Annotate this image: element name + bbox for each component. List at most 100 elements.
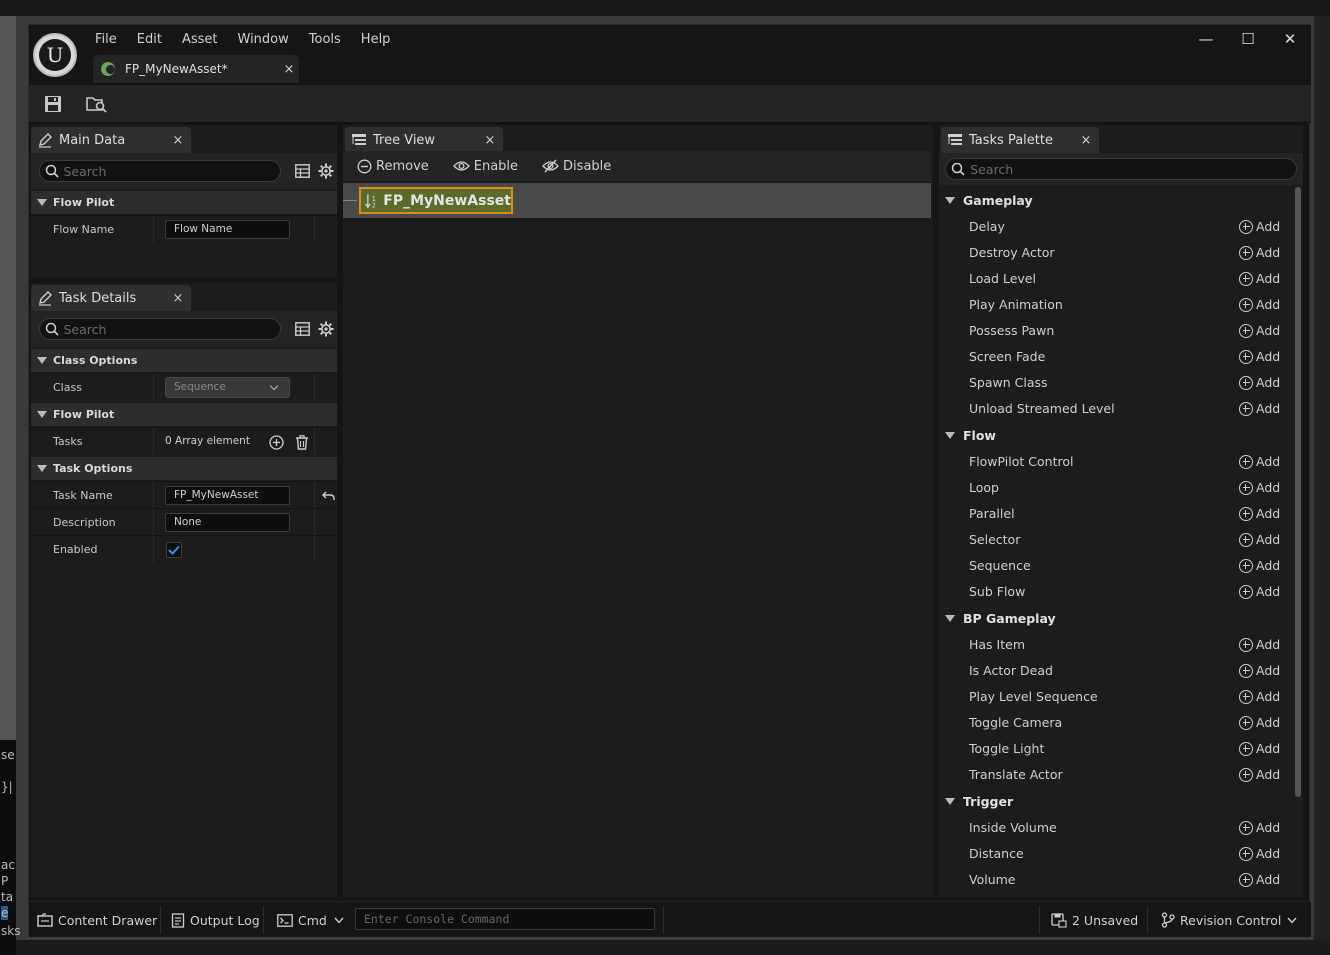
- document-tab-close-icon[interactable]: ×: [279, 62, 299, 77]
- settings-button[interactable]: [317, 162, 335, 180]
- description-field[interactable]: None: [165, 513, 290, 532]
- add-task-button[interactable]: Add: [1239, 584, 1280, 599]
- add-task-button[interactable]: Add: [1239, 506, 1280, 521]
- add-task-button[interactable]: Add: [1239, 532, 1280, 547]
- disable-button[interactable]: Disable: [542, 159, 611, 174]
- category-class-options[interactable]: Class Options: [31, 348, 337, 372]
- palette-task-item[interactable]: Toggle Light Add: [939, 736, 1291, 762]
- save-button[interactable]: [41, 93, 65, 115]
- palette-category[interactable]: Flow: [939, 422, 1291, 448]
- remove-button[interactable]: Remove: [357, 159, 429, 174]
- menu-file[interactable]: File: [85, 31, 127, 49]
- revision-control-button[interactable]: Revision Control: [1161, 910, 1302, 930]
- add-task-button[interactable]: Add: [1239, 219, 1280, 234]
- palette-task-item[interactable]: Play Animation Add: [939, 292, 1291, 318]
- tab-tasks-palette[interactable]: Tasks Palette ×: [941, 127, 1099, 153]
- palette-task-item[interactable]: Is Actor Dead Add: [939, 658, 1291, 684]
- enable-button[interactable]: Enable: [452, 159, 518, 174]
- tab-close-icon[interactable]: ×: [1073, 133, 1099, 148]
- palette-scrollbar[interactable]: [1295, 187, 1301, 797]
- clear-array-button[interactable]: [293, 433, 311, 451]
- palette-search-input[interactable]: [970, 161, 1296, 177]
- palette-task-item[interactable]: Translate Actor Add: [939, 762, 1291, 788]
- palette-task-item[interactable]: Destroy Actor Add: [939, 240, 1291, 266]
- palette-task-item[interactable]: Possess Pawn Add: [939, 318, 1291, 344]
- main-data-search-input[interactable]: [63, 163, 280, 179]
- unsaved-button[interactable]: 2 Unsaved: [1051, 910, 1138, 930]
- palette-task-item[interactable]: Sequence Add: [939, 553, 1291, 579]
- settings-button[interactable]: [317, 320, 335, 338]
- add-task-button[interactable]: Add: [1239, 767, 1280, 782]
- add-task-button[interactable]: Add: [1239, 689, 1280, 704]
- tree-node-root[interactable]: 12 FP_MyNewAsset: [359, 187, 513, 214]
- palette-task-item[interactable]: FlowPilot Control Add: [939, 449, 1291, 475]
- console-command-input[interactable]: [356, 909, 654, 929]
- palette-task-item[interactable]: Loop Add: [939, 475, 1291, 501]
- close-window-button[interactable]: ✕: [1269, 25, 1311, 53]
- flow-name-field[interactable]: Flow Name: [165, 220, 290, 239]
- table-view-button[interactable]: [293, 162, 311, 180]
- add-task-button[interactable]: Add: [1239, 715, 1280, 730]
- tab-main-data[interactable]: Main Data ×: [31, 127, 191, 153]
- palette-task-item[interactable]: Screen Fade Add: [939, 344, 1291, 370]
- menu-asset[interactable]: Asset: [172, 31, 228, 49]
- palette-task-item[interactable]: Selector Add: [939, 527, 1291, 553]
- category-flow-pilot[interactable]: Flow Pilot: [31, 190, 337, 214]
- menu-window[interactable]: Window: [228, 31, 299, 49]
- palette-task-item[interactable]: Sub Flow Add: [939, 579, 1291, 605]
- category-task-options[interactable]: Task Options: [31, 456, 337, 480]
- menu-help[interactable]: Help: [351, 31, 401, 49]
- add-task-button[interactable]: Add: [1239, 741, 1280, 756]
- content-drawer-button[interactable]: Content Drawer: [37, 910, 157, 930]
- add-task-button[interactable]: Add: [1239, 872, 1280, 887]
- add-task-button[interactable]: Add: [1239, 297, 1280, 312]
- palette-task-item[interactable]: Spawn Class Add: [939, 370, 1291, 396]
- add-task-button[interactable]: Add: [1239, 480, 1280, 495]
- palette-task-item[interactable]: Parallel Add: [939, 501, 1291, 527]
- browse-to-asset-button[interactable]: [85, 93, 109, 115]
- palette-task-item[interactable]: Volume Add: [939, 867, 1291, 893]
- tree-row-root[interactable]: 12 FP_MyNewAsset: [343, 183, 931, 218]
- add-task-button[interactable]: Add: [1239, 349, 1280, 364]
- add-task-button[interactable]: Add: [1239, 375, 1280, 390]
- palette-task-item[interactable]: Has Item Add: [939, 632, 1291, 658]
- category-flow-pilot[interactable]: Flow Pilot: [31, 402, 337, 426]
- reset-to-default-button[interactable]: [319, 487, 337, 505]
- maximize-button[interactable]: ☐: [1227, 25, 1269, 53]
- enabled-checkbox[interactable]: [166, 542, 182, 558]
- add-task-button[interactable]: Add: [1239, 271, 1280, 286]
- add-task-button[interactable]: Add: [1239, 323, 1280, 338]
- add-task-button[interactable]: Add: [1239, 846, 1280, 861]
- table-view-button[interactable]: [293, 320, 311, 338]
- task-name-field[interactable]: FP_MyNewAsset: [165, 486, 290, 505]
- add-array-element-button[interactable]: [267, 433, 285, 451]
- add-task-button[interactable]: Add: [1239, 558, 1280, 573]
- minimize-button[interactable]: —: [1185, 25, 1227, 53]
- menu-edit[interactable]: Edit: [127, 31, 172, 49]
- palette-category[interactable]: Trigger: [939, 788, 1291, 814]
- palette-task-item[interactable]: Load Level Add: [939, 266, 1291, 292]
- class-dropdown[interactable]: Sequence: [165, 377, 290, 398]
- palette-category[interactable]: Gameplay: [939, 187, 1291, 213]
- palette-task-item[interactable]: Distance Add: [939, 841, 1291, 867]
- tab-close-icon[interactable]: ×: [477, 133, 503, 148]
- add-task-button[interactable]: Add: [1239, 820, 1280, 835]
- tab-task-details[interactable]: Task Details ×: [31, 285, 191, 311]
- cmd-dropdown[interactable]: Cmd: [277, 910, 349, 930]
- palette-task-item[interactable]: Inside Volume Add: [939, 815, 1291, 841]
- menu-tools[interactable]: Tools: [299, 31, 351, 49]
- tab-tree-view[interactable]: Tree View ×: [345, 127, 503, 153]
- palette-task-item[interactable]: Play Level Sequence Add: [939, 684, 1291, 710]
- task-details-search-input[interactable]: [63, 321, 280, 337]
- palette-task-item[interactable]: Unload Streamed Level Add: [939, 396, 1291, 422]
- palette-task-item[interactable]: Delay Add: [939, 214, 1291, 240]
- add-task-button[interactable]: Add: [1239, 663, 1280, 678]
- palette-category[interactable]: BP Gameplay: [939, 605, 1291, 631]
- add-task-button[interactable]: Add: [1239, 637, 1280, 652]
- add-task-button[interactable]: Add: [1239, 401, 1280, 416]
- output-log-button[interactable]: Output Log: [171, 910, 260, 930]
- tab-close-icon[interactable]: ×: [165, 291, 191, 306]
- document-tab[interactable]: FP_MyNewAsset* ×: [93, 55, 299, 83]
- add-task-button[interactable]: Add: [1239, 454, 1280, 469]
- palette-task-item[interactable]: Toggle Camera Add: [939, 710, 1291, 736]
